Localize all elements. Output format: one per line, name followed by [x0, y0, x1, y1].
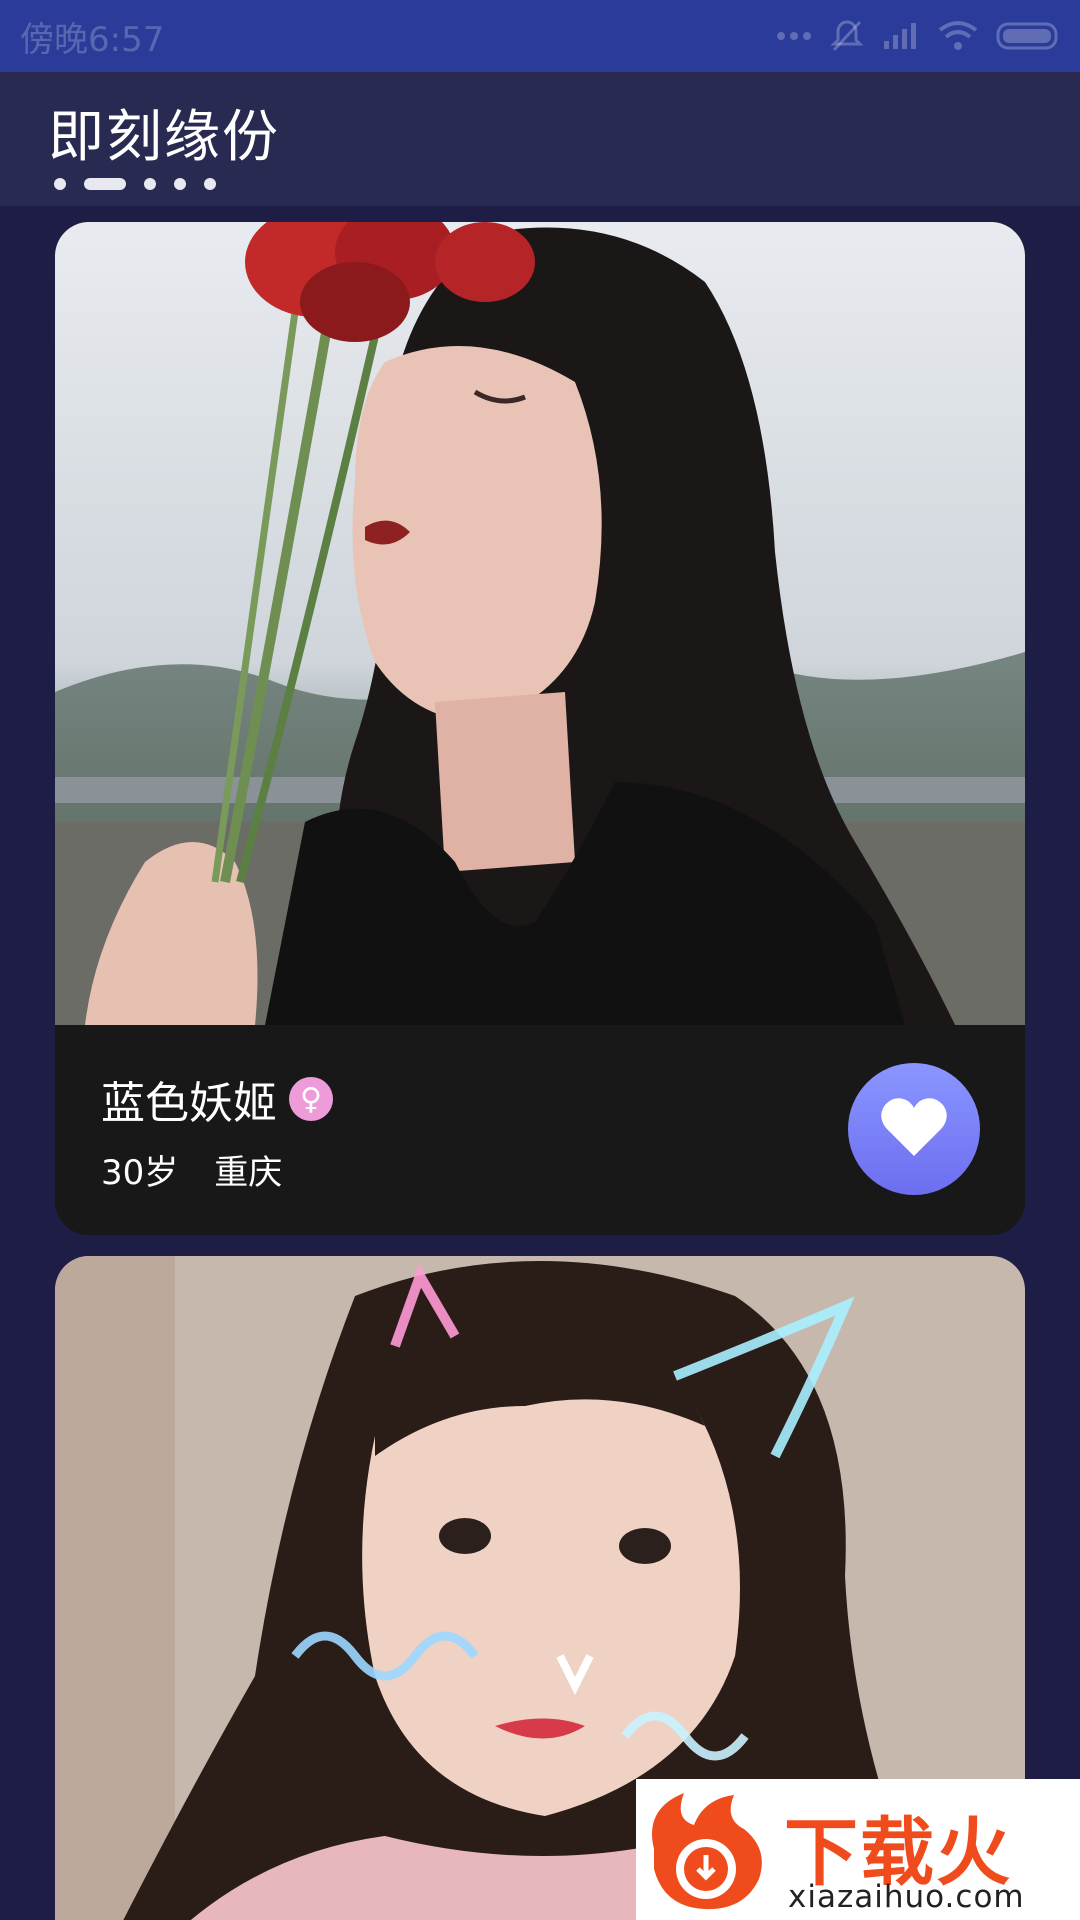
profile-info: 蓝色妖姬 ♀ 30岁 重庆: [55, 1025, 1025, 1235]
profile-age: 30岁: [101, 1153, 179, 1193]
page-title: 即刻缘份: [48, 105, 280, 170]
flame-logo-icon: [644, 1789, 774, 1917]
pager-dot[interactable]: [54, 178, 66, 190]
status-bar: 傍晚6:57: [0, 0, 1080, 72]
wifi-icon: [938, 20, 978, 52]
profile-city: 重庆: [214, 1153, 283, 1193]
pager-indicator: [54, 178, 216, 190]
status-time: 傍晚6:57: [20, 19, 165, 60]
battery-icon: [996, 21, 1062, 51]
more-dots-icon: [776, 30, 812, 42]
female-icon: ♀: [289, 1077, 333, 1121]
pager-dot[interactable]: [144, 178, 156, 190]
status-icons: [776, 18, 1062, 54]
signal-icon: [882, 21, 920, 51]
pager-dot[interactable]: [174, 178, 186, 190]
mute-icon: [830, 18, 864, 54]
profile-card[interactable]: 蓝色妖姬 ♀ 30岁 重庆: [55, 222, 1025, 1235]
profile-meta: 30岁 重庆: [101, 1145, 282, 1194]
like-button[interactable]: [848, 1063, 980, 1195]
profile-name: 蓝色妖姬: [101, 1078, 277, 1129]
profile-photo[interactable]: [55, 222, 1025, 1025]
heart-icon: [879, 1096, 949, 1162]
watermark-logo: 下载火 xiazaihuo.com: [636, 1779, 1080, 1920]
watermark-en-text: xiazaihuo.com: [788, 1879, 1025, 1915]
pager-dot[interactable]: [204, 178, 216, 190]
app-header: 即刻缘份: [0, 72, 1080, 206]
pager-dot-active[interactable]: [84, 178, 126, 190]
name-row: 蓝色妖姬 ♀: [101, 1067, 333, 1131]
